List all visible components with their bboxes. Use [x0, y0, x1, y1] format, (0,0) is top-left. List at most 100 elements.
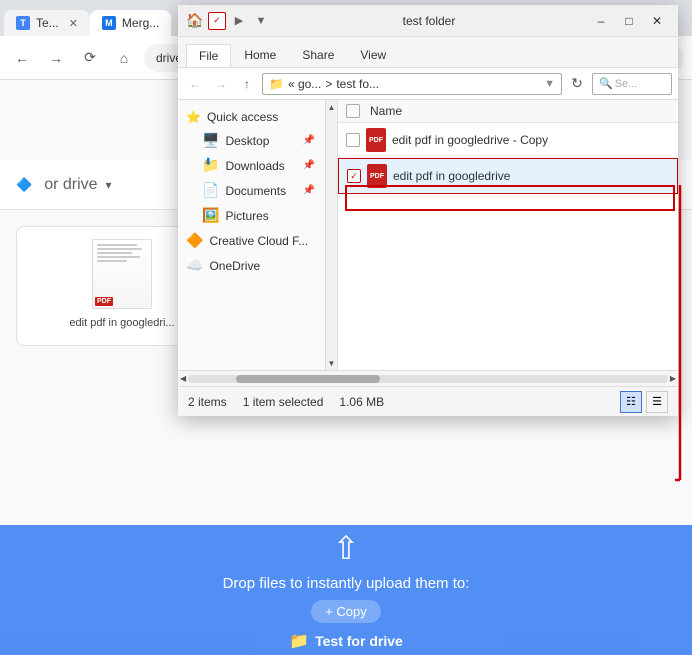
onedrive-label: OneDrive	[209, 259, 260, 273]
drive-caret: ▾	[106, 178, 112, 192]
path-separator: >	[325, 77, 332, 91]
folder-icon: 📁	[289, 631, 309, 651]
header-checkbox	[346, 104, 366, 118]
nav-scroll-down[interactable]: ▼	[326, 356, 337, 370]
title-bar-icons: 🏠 ✓ ▶ ▼	[186, 12, 270, 30]
titlebar-check-icon: ✓	[208, 12, 226, 30]
item-count: 2 items	[188, 395, 227, 409]
search-icon: 🔍	[599, 77, 613, 90]
upload-copy-button[interactable]: + Copy	[311, 600, 381, 623]
nav-desktop[interactable]: 🖥️ Desktop 📌	[178, 128, 323, 153]
forward-button[interactable]: →	[42, 44, 70, 72]
file-size: 1.06 MB	[339, 395, 384, 409]
window-title: test folder	[276, 14, 582, 28]
downloads-folder-icon: 📁⬇	[202, 157, 219, 174]
nav-panel: ⭐ Quick access 🖥️ Desktop 📌 📁⬇ Downloads…	[178, 100, 338, 370]
browser-tab-1[interactable]: T Te... ✕	[4, 10, 90, 36]
file-1-name: edit pdf in googledrive	[393, 169, 669, 183]
nav-pictures[interactable]: 🖼️ Pictures	[178, 203, 323, 228]
drive-logo-icon: 🔷	[16, 177, 32, 193]
pdf-badge-0: PDF	[95, 297, 113, 306]
nav-downloads[interactable]: 📁⬇ Downloads 📌	[178, 153, 323, 178]
downloads-pin-icon: 📌	[303, 160, 315, 171]
home-button[interactable]: ⌂	[110, 44, 138, 72]
file-0-name: edit pdf in googledrive - Copy	[392, 133, 670, 147]
titlebar-folder-icon: 🏠	[186, 12, 204, 30]
tab1-close[interactable]: ✕	[69, 17, 78, 30]
column-name-header: Name	[370, 104, 402, 118]
nav-onedrive[interactable]: ☁️ OneDrive	[178, 253, 323, 278]
tab1-label: Te...	[36, 16, 59, 30]
maximize-button[interactable]: □	[616, 9, 642, 33]
back-button[interactable]: ←	[8, 44, 36, 72]
ribbon-tab-share-label: Share	[302, 48, 334, 62]
address-path[interactable]: 📁 « go... > test fo... ▼	[262, 73, 562, 95]
upload-overlay: ⇧ Drop files to instantly upload them to…	[0, 525, 692, 655]
nav-scroll-up[interactable]: ▲	[326, 100, 337, 114]
downloads-label: Downloads	[225, 159, 284, 173]
horizontal-scrollbar[interactable]: ◀ ▶	[178, 370, 678, 386]
file-list-header: Name	[338, 100, 678, 123]
header-checkbox-box[interactable]	[346, 104, 360, 118]
drive-item-0-thumb: PDF	[92, 239, 152, 309]
drive-title: or drive	[44, 176, 97, 194]
explorer-back-button[interactable]: ←	[184, 73, 206, 95]
onedrive-icon: ☁️	[186, 257, 203, 274]
file-0-pdf-icon: PDF	[366, 128, 386, 152]
desktop-folder-icon: 🖥️	[202, 132, 219, 149]
hscroll-left-arrow[interactable]: ◀	[180, 374, 186, 383]
desktop-label: Desktop	[225, 134, 269, 148]
browser-tab-2[interactable]: M Merg...	[90, 10, 171, 36]
status-bar: 2 items 1 item selected 1.06 MB ☷ ☰	[178, 386, 678, 416]
reload-button[interactable]: ⟳	[76, 44, 104, 72]
ribbon-tab-view[interactable]: View	[347, 43, 399, 67]
nav-creative-cloud[interactable]: 🔶 Creative Cloud F...	[178, 228, 323, 253]
hscroll-track	[188, 375, 668, 383]
explorer-content: ⭐ Quick access 🖥️ Desktop 📌 📁⬇ Downloads…	[178, 100, 678, 370]
explorer-forward-button[interactable]: →	[210, 73, 232, 95]
close-button[interactable]: ✕	[644, 9, 670, 33]
nav-quick-access[interactable]: ⭐ Quick access	[178, 106, 323, 128]
hscroll-right-arrow[interactable]: ▶	[670, 374, 676, 383]
search-box[interactable]: 🔍 Se...	[592, 73, 672, 95]
path-dropdown-icon[interactable]: ▼	[544, 78, 555, 90]
ribbon-tab-bar: File Home Share View	[178, 37, 678, 67]
ribbon-tab-view-label: View	[360, 48, 386, 62]
path-folder-icon: 📁	[269, 77, 284, 91]
view-toggle-group: ☷ ☰	[620, 391, 668, 413]
file-row-0[interactable]: PDF edit pdf in googledrive - Copy	[338, 123, 678, 158]
window-controls: – □ ✕	[588, 9, 670, 33]
file-row-1[interactable]: ✓ PDF edit pdf in googledrive	[338, 158, 678, 194]
tab2-label: Merg...	[122, 16, 159, 30]
address-refresh-button[interactable]: ↻	[566, 73, 588, 95]
hscroll-thumb[interactable]	[236, 375, 380, 383]
nav-scrollbar[interactable]: ▲ ▼	[325, 100, 337, 370]
search-placeholder: Se...	[615, 78, 638, 90]
explorer-up-button[interactable]: ↑	[236, 73, 258, 95]
file-0-checkbox[interactable]	[346, 133, 360, 147]
ribbon-tab-home-label: Home	[244, 48, 276, 62]
file-1-pdf-icon: PDF	[367, 164, 387, 188]
ribbon-tab-home[interactable]: Home	[231, 43, 289, 67]
titlebar-dropdown-icon: ▼	[252, 12, 270, 30]
tab1-favicon: T	[16, 16, 30, 30]
list-view-button[interactable]: ☷	[620, 391, 642, 413]
nav-documents[interactable]: 📄 Documents 📌	[178, 178, 323, 203]
desktop-pin-icon: 📌	[303, 135, 315, 146]
drive-item-0-label: edit pdf in googledri...	[69, 317, 174, 329]
creative-cloud-icon: 🔶	[186, 232, 203, 249]
upload-arrow-icon: ⇧	[333, 529, 360, 567]
quick-access-icon: ⭐	[186, 110, 201, 124]
file-1-checkbox[interactable]: ✓	[347, 169, 361, 183]
titlebar-arrow-icon: ▶	[230, 12, 248, 30]
documents-label: Documents	[225, 184, 286, 198]
ribbon-tab-share[interactable]: Share	[289, 43, 347, 67]
path-text-go: « go...	[288, 77, 321, 91]
upload-dest-label: Test for drive	[315, 633, 403, 649]
ribbon-tab-file[interactable]: File	[186, 44, 231, 67]
ribbon: File Home Share View	[178, 37, 678, 68]
pictures-folder-icon: 🖼️	[202, 207, 219, 224]
minimize-button[interactable]: –	[588, 9, 614, 33]
documents-pin-icon: 📌	[303, 185, 315, 196]
details-view-button[interactable]: ☰	[646, 391, 668, 413]
